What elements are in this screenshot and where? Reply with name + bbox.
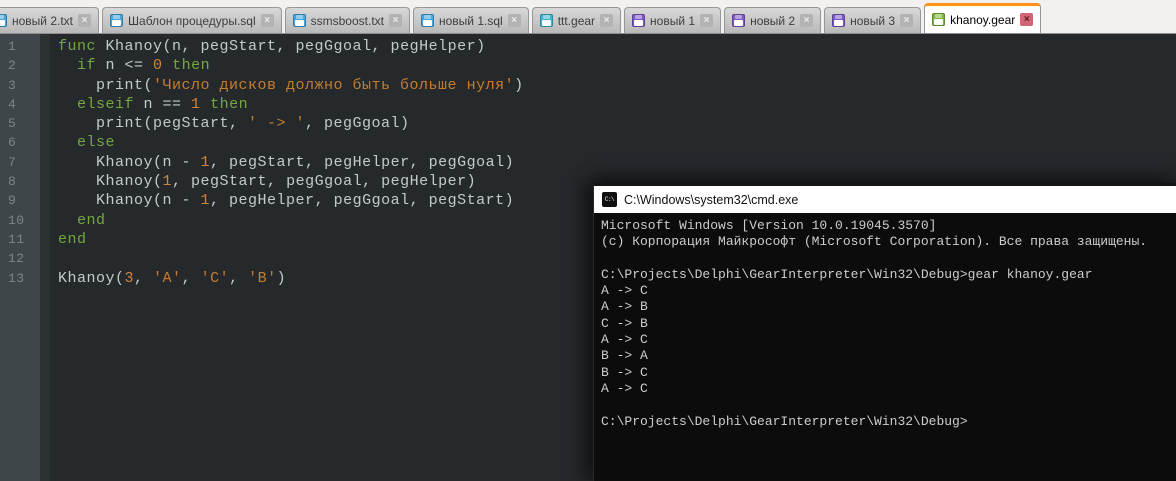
tab-close-icon[interactable]: × [261, 14, 274, 27]
code-text: print(pegStart, ' -> ', pegGgoal) [42, 114, 410, 133]
code-text [42, 249, 58, 268]
floppy-disk-icon [932, 13, 945, 26]
cmd-title: C:\Windows\system32\cmd.exe [624, 193, 798, 207]
console-line [601, 397, 1169, 413]
tab-ssmsboost-txt[interactable]: ssmsboost.txt × [285, 7, 410, 33]
line-number: 7 [0, 153, 42, 172]
code-line[interactable]: 3 print('Число дисков должно быть больше… [0, 76, 1176, 95]
tab-label: ssmsboost.txt [311, 14, 384, 28]
code-text: else [42, 133, 115, 152]
floppy-disk-icon [732, 14, 745, 27]
console-line: A -> C [601, 283, 1169, 299]
line-number: 1 [0, 37, 42, 56]
code-line[interactable]: 7 Khanoy(n - 1, pegStart, pegHelper, peg… [0, 153, 1176, 172]
tab-khanoy-gear[interactable]: khanoy.gear × [924, 3, 1041, 33]
line-number: 5 [0, 114, 42, 133]
tab-close-icon[interactable]: × [389, 14, 402, 27]
tab-новый-2-txt[interactable]: новый 2.txt × [0, 7, 99, 33]
app-window: новый 2.txt×Шаблон процедуры.sql×ssmsboo… [0, 0, 1176, 481]
code-text: Khanoy(n - 1, pegHelper, pegGgoal, pegSt… [42, 191, 514, 210]
tab-label: новый 1.sql [439, 14, 503, 28]
tab-close-icon[interactable]: × [900, 14, 913, 27]
tab-новый-3[interactable]: новый 3 × [824, 7, 921, 33]
line-number: 12 [0, 249, 42, 268]
floppy-disk-icon [832, 14, 845, 27]
tab-close-icon[interactable]: × [78, 14, 91, 27]
line-number: 4 [0, 95, 42, 114]
cmd-output[interactable]: Microsoft Windows [Version 10.0.19045.35… [594, 213, 1176, 435]
tab-label: новый 1 [650, 14, 695, 28]
line-number: 10 [0, 211, 42, 230]
code-line[interactable]: 6 else [0, 133, 1176, 152]
console-line: Microsoft Windows [Version 10.0.19045.35… [601, 218, 1169, 234]
code-text: if n <= 0 then [42, 56, 210, 75]
floppy-disk-icon [540, 14, 553, 27]
code-line[interactable]: 1func Khanoy(n, pegStart, pegGgoal, pegH… [0, 37, 1176, 56]
tab-новый-1[interactable]: новый 1 × [624, 7, 721, 33]
line-number: 6 [0, 133, 42, 152]
cmd-titlebar[interactable]: C:\ C:\Windows\system32\cmd.exe [594, 186, 1176, 213]
code-line[interactable]: 4 elseif n == 1 then [0, 95, 1176, 114]
tab-bar: новый 2.txt×Шаблон процедуры.sql×ssmsboo… [0, 0, 1176, 34]
tab-close-icon[interactable]: × [800, 14, 813, 27]
code-line[interactable]: 5 print(pegStart, ' -> ', pegGgoal) [0, 114, 1176, 133]
tab-close-icon[interactable]: × [508, 14, 521, 27]
line-number: 2 [0, 56, 42, 75]
tab-label: Шаблон процедуры.sql [128, 14, 256, 28]
code-text: Khanoy(n - 1, pegStart, pegHelper, pegGg… [42, 153, 514, 172]
console-line: (c) Корпорация Майкрософт (Microsoft Cor… [601, 234, 1169, 250]
line-number: 9 [0, 191, 42, 210]
tab-close-icon[interactable]: × [700, 14, 713, 27]
code-text: func Khanoy(n, pegStart, pegGgoal, pegHe… [42, 37, 486, 56]
tab-ttt-gear[interactable]: ttt.gear × [532, 7, 621, 33]
console-line: A -> C [601, 332, 1169, 348]
console-line: A -> C [601, 381, 1169, 397]
floppy-disk-icon [632, 14, 645, 27]
floppy-disk-icon [421, 14, 434, 27]
code-line[interactable]: 2 if n <= 0 then [0, 56, 1176, 75]
code-text: Khanoy(3, 'A', 'C', 'B') [42, 269, 286, 288]
line-number: 11 [0, 230, 42, 249]
console-line: A -> B [601, 299, 1169, 315]
console-line: B -> A [601, 348, 1169, 364]
tab-close-icon[interactable]: × [600, 14, 613, 27]
tab-label: новый 2.txt [12, 14, 73, 28]
console-line: B -> C [601, 365, 1169, 381]
tab-новый-1-sql[interactable]: новый 1.sql × [413, 7, 529, 33]
console-line: C -> B [601, 316, 1169, 332]
line-number: 3 [0, 76, 42, 95]
code-text: elseif n == 1 then [42, 95, 248, 114]
code-text: Khanoy(1, pegStart, pegGgoal, pegHelper) [42, 172, 476, 191]
tab-label: новый 2 [750, 14, 795, 28]
console-line: C:\Projects\Delphi\GearInterpreter\Win32… [601, 414, 1169, 430]
tab-шаблон-процедуры-sql[interactable]: Шаблон процедуры.sql × [102, 7, 282, 33]
console-line: C:\Projects\Delphi\GearInterpreter\Win32… [601, 267, 1169, 283]
tab-label: новый 3 [850, 14, 895, 28]
line-number: 13 [0, 269, 42, 288]
line-number: 8 [0, 172, 42, 191]
tab-label: ttt.gear [558, 14, 595, 28]
cmd-window: C:\ C:\Windows\system32\cmd.exe Microsof… [593, 183, 1176, 481]
code-text: end [42, 211, 106, 230]
code-text: end [42, 230, 87, 249]
floppy-disk-icon [110, 14, 123, 27]
tab-label: khanoy.gear [950, 13, 1015, 27]
cmd-icon: C:\ [602, 192, 617, 207]
floppy-disk-icon [0, 14, 7, 27]
console-line [601, 251, 1169, 267]
tab-close-icon[interactable]: × [1020, 13, 1033, 26]
floppy-disk-icon [293, 14, 306, 27]
code-text: print('Число дисков должно быть больше н… [42, 76, 524, 95]
tab-новый-2[interactable]: новый 2 × [724, 7, 821, 33]
